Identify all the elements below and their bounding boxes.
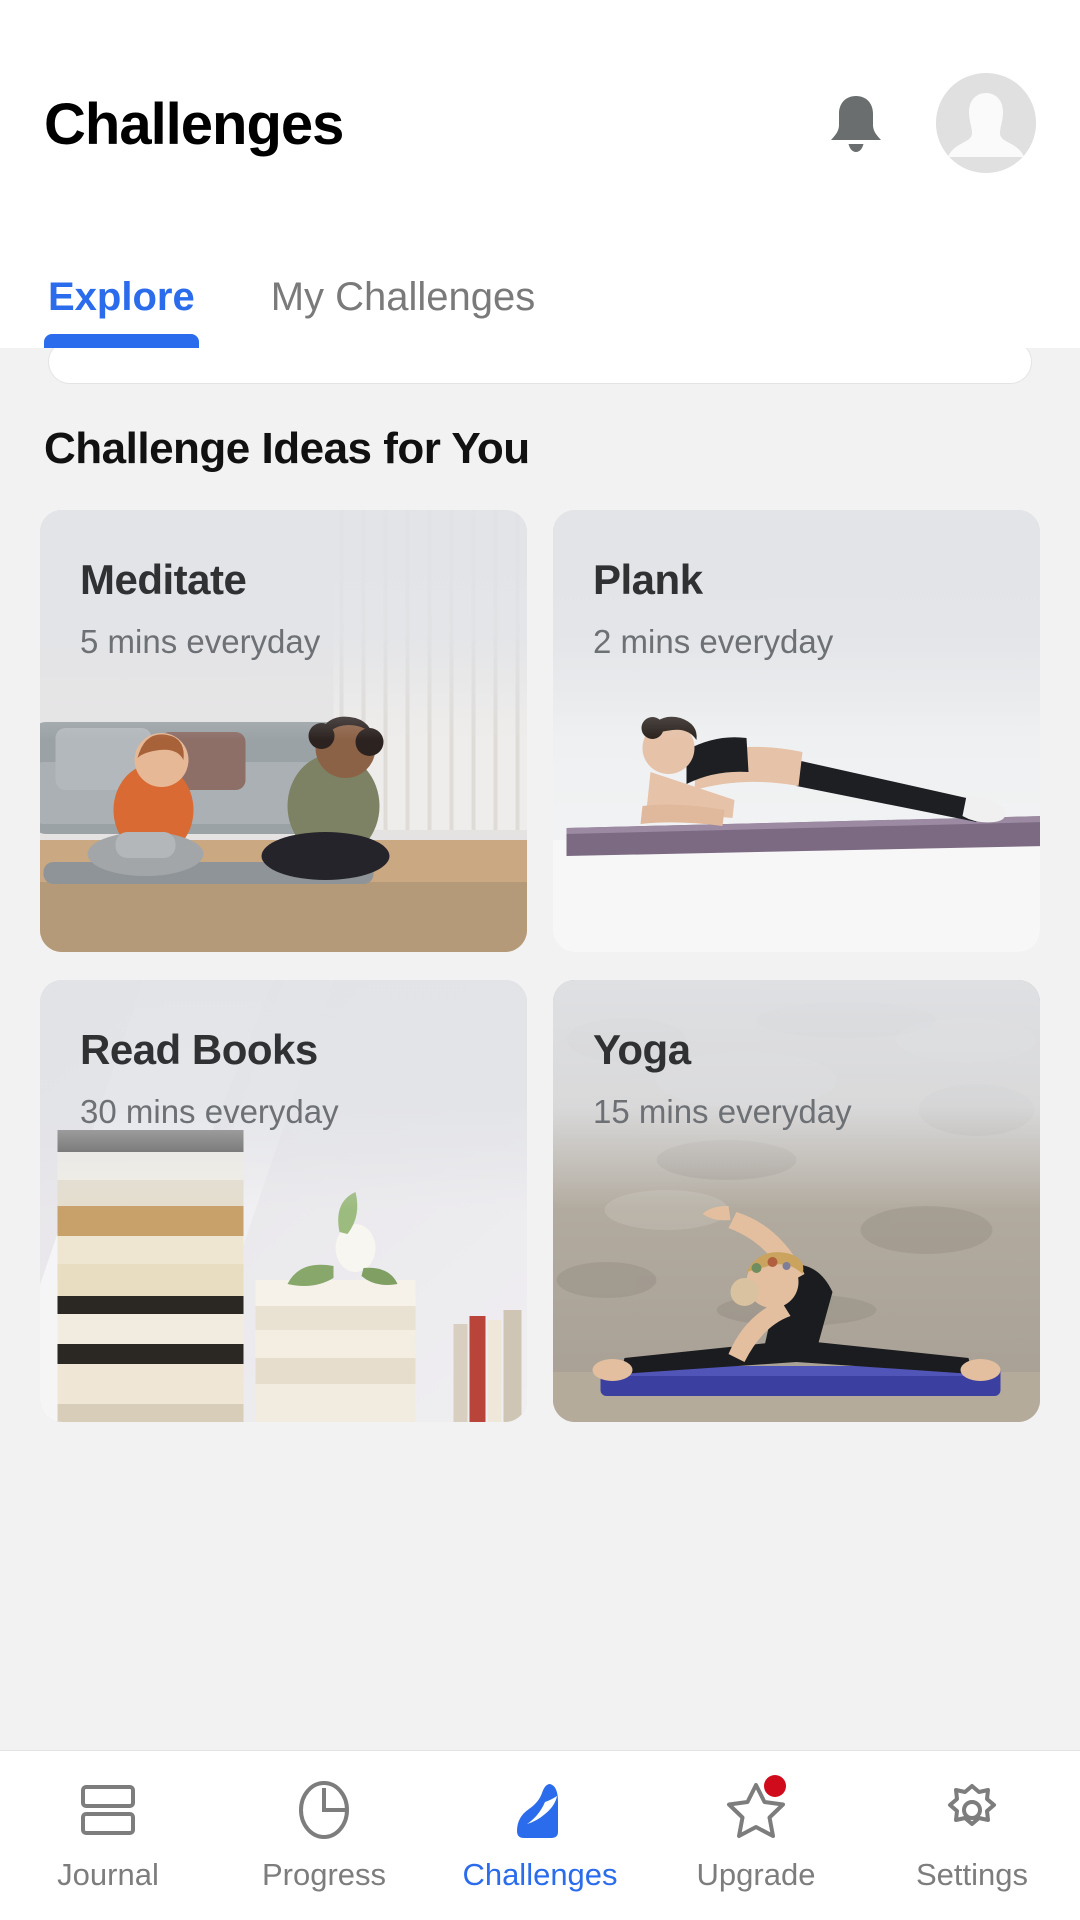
- person-avatar-placeholder-icon: [936, 73, 1036, 173]
- tab-my-challenges[interactable]: My Challenges: [271, 275, 536, 348]
- notification-bell-button[interactable]: [824, 91, 888, 155]
- nav-item-challenges[interactable]: Challenges: [432, 1777, 648, 1890]
- bell-icon: [827, 92, 885, 154]
- meditate-text: Meditate 5 mins everyday: [80, 556, 503, 661]
- nav-item-progress[interactable]: Progress: [216, 1777, 432, 1890]
- main-content: Challenge Ideas for You Meditate 5 mins …: [0, 384, 1080, 1750]
- avatar[interactable]: [936, 73, 1036, 173]
- page-title: Challenges: [44, 92, 344, 157]
- challenge-card-plank[interactable]: Plank 2 mins everyday: [553, 510, 1040, 952]
- header-actions: [824, 63, 1036, 173]
- tab-my-challenges-label: My Challenges: [270, 275, 536, 319]
- journal-icon: [72, 1777, 144, 1843]
- bottom-navigation: Journal Progress Challenges Upgrade Sett…: [0, 1750, 1080, 1920]
- tab-explore-label: Explore: [48, 275, 195, 319]
- nav-label-settings: Settings: [915, 1857, 1028, 1892]
- section-title: Challenge Ideas for You: [44, 424, 530, 473]
- read-books-title: Read Books: [80, 1026, 318, 1073]
- plank-title: Plank: [593, 556, 703, 603]
- yoga-subtitle: 15 mins everyday: [593, 1093, 852, 1131]
- upgrade-badge-dot: [764, 1775, 786, 1797]
- challenge-card-read-books[interactable]: Read Books 30 mins everyday: [40, 980, 527, 1422]
- meditate-title: Meditate: [80, 556, 247, 603]
- nav-label-upgrade: Upgrade: [696, 1857, 816, 1892]
- meditate-subtitle: 5 mins everyday: [80, 623, 321, 661]
- nav-label-challenges: Challenges: [462, 1857, 618, 1892]
- nav-item-upgrade[interactable]: Upgrade: [648, 1775, 864, 1892]
- challenge-card-yoga[interactable]: Yoga 15 mins everyday: [553, 980, 1040, 1422]
- challenge-card-grid: Meditate 5 mins everyday Plank 2 mins ev…: [40, 510, 1040, 1422]
- gear-icon: [936, 1777, 1008, 1843]
- yoga-text: Yoga 15 mins everyday: [593, 1026, 1016, 1131]
- read-books-subtitle: 30 mins everyday: [80, 1093, 339, 1131]
- nav-item-journal[interactable]: Journal: [0, 1777, 216, 1890]
- pie-chart-icon: [288, 1777, 360, 1843]
- nav-item-settings[interactable]: Settings: [864, 1777, 1080, 1890]
- mountain-icon: [504, 1777, 576, 1843]
- challenge-card-meditate[interactable]: Meditate 5 mins everyday: [40, 510, 527, 952]
- nav-label-progress: Progress: [261, 1857, 387, 1892]
- yoga-title: Yoga: [593, 1026, 691, 1073]
- plank-text: Plank 2 mins everyday: [593, 556, 1016, 661]
- app-header: Challenges: [0, 0, 1080, 236]
- nav-label-journal: Journal: [57, 1857, 159, 1892]
- plank-subtitle: 2 mins everyday: [593, 623, 834, 661]
- read-books-text: Read Books 30 mins everyday: [80, 1026, 503, 1131]
- tab-explore[interactable]: Explore: [44, 275, 199, 348]
- star-icon: [720, 1775, 792, 1843]
- app-screen: Challenges Explore My Challenges Challen…: [0, 0, 1080, 1920]
- tab-bar: Explore My Challenges: [0, 236, 1080, 348]
- peek-card-region: [0, 340, 1080, 384]
